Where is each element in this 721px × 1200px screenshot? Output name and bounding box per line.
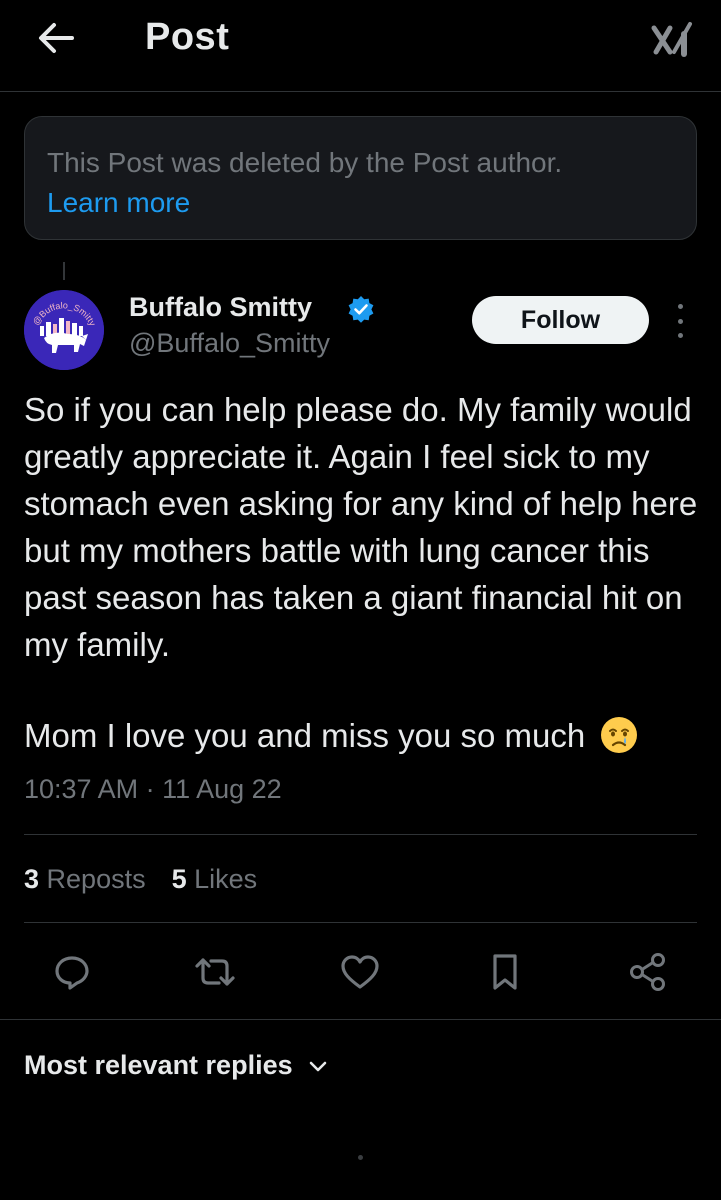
repost-icon xyxy=(195,958,235,986)
verified-badge-icon xyxy=(348,296,374,323)
reposts-label[interactable]: Reposts xyxy=(47,864,146,894)
heart-icon xyxy=(341,955,379,989)
back-button[interactable] xyxy=(34,18,78,58)
post-paragraph-last: Mom I love you and miss you so much xyxy=(24,712,638,759)
likes-count[interactable]: 5 xyxy=(172,864,187,894)
bookmark-icon xyxy=(493,954,517,990)
author-handle[interactable]: @Buffalo_Smitty xyxy=(129,328,330,359)
more-dot-icon xyxy=(677,333,683,338)
divider xyxy=(24,922,697,923)
follow-button[interactable]: Follow xyxy=(472,296,649,344)
more-options-button[interactable] xyxy=(668,304,692,338)
reply-icon xyxy=(55,956,89,990)
post-timestamp[interactable]: 10:37 AM · 11 Aug 22 xyxy=(24,774,282,805)
post-paragraph: So if you can help please do. My family … xyxy=(24,391,698,663)
divider xyxy=(0,1019,721,1020)
replies-sort-dropdown[interactable]: Most relevant replies xyxy=(24,1050,329,1081)
reply-button[interactable] xyxy=(50,950,94,994)
reposts-count[interactable]: 3 xyxy=(24,864,39,894)
thread-connector-line xyxy=(63,262,65,280)
repost-button[interactable] xyxy=(193,950,237,994)
share-button[interactable] xyxy=(626,950,670,994)
replies-sort-label: Most relevant replies xyxy=(24,1050,293,1080)
page-title: Post xyxy=(145,16,230,58)
arrow-left-icon xyxy=(39,23,74,53)
x-logo-icon xyxy=(651,22,692,57)
notice-text: This Post was deleted by the Post author… xyxy=(47,147,563,178)
avatar[interactable]: @Buffalo_Smitty xyxy=(24,290,104,370)
chevron-down-icon xyxy=(309,1061,326,1071)
author-name[interactable]: Buffalo Smitty xyxy=(129,292,312,323)
post-text: So if you can help please do. My family … xyxy=(24,386,704,668)
crying-face-emoji-icon xyxy=(601,717,638,753)
post-stats: 3 Reposts 5 Likes xyxy=(24,864,257,895)
like-button[interactable] xyxy=(338,950,382,994)
buffalo-avatar-image: @Buffalo_Smitty xyxy=(24,290,104,370)
more-dot-icon xyxy=(677,304,683,309)
learn-more-link[interactable]: Learn more xyxy=(47,183,674,223)
bookmark-button[interactable] xyxy=(483,950,527,994)
divider xyxy=(24,834,697,835)
more-dot-icon xyxy=(677,318,683,324)
top-bar: Post xyxy=(0,0,721,92)
share-icon xyxy=(630,953,665,991)
likes-label[interactable]: Likes xyxy=(194,864,257,894)
loading-indicator xyxy=(358,1155,363,1160)
deleted-post-notice: This Post was deleted by the Post author… xyxy=(24,116,697,240)
post-paragraph: Mom I love you and miss you so much xyxy=(24,717,586,754)
